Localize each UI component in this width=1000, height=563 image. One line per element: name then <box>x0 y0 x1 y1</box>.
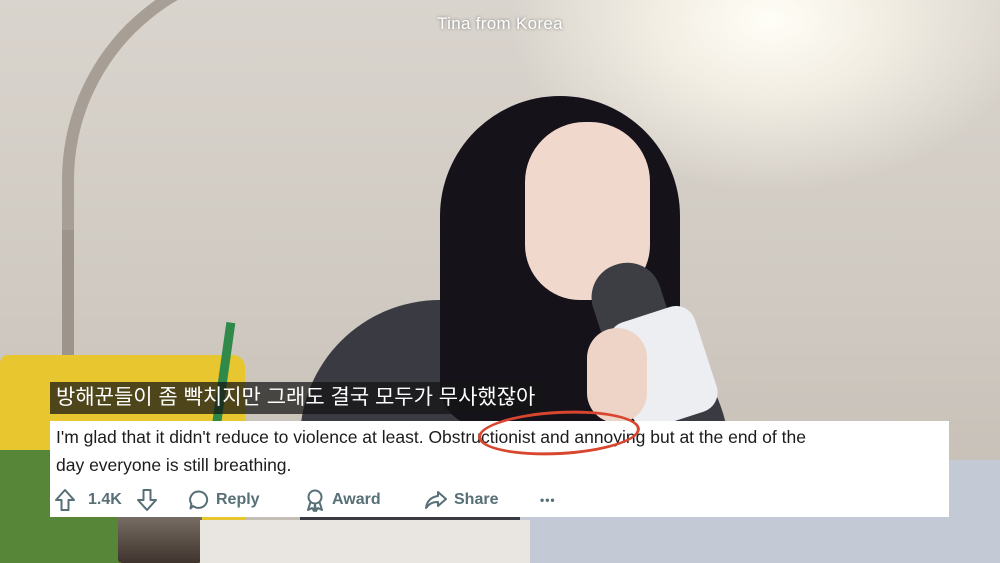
award-ribbon-icon <box>307 489 323 512</box>
table <box>200 520 530 563</box>
korean-subtitle: 방해꾼들이 좀 빡치지만 그래도 결국 모두가 무사했잖아 <box>50 382 544 414</box>
channel-watermark: Tina from Korea <box>437 14 563 33</box>
downvote-button[interactable] <box>136 486 158 514</box>
comment-line-2: day everyone is still breathing. <box>56 455 292 475</box>
upvote-button[interactable] <box>54 486 76 514</box>
upvote-arrow-icon <box>55 489 75 511</box>
award-label: Award <box>332 491 381 508</box>
vote-count: 1.4K <box>88 491 122 508</box>
downvote-arrow-icon <box>137 489 157 511</box>
drink-cup <box>118 515 202 563</box>
comment-actions: 1.4K Reply Award Share ••• <box>50 486 949 514</box>
share-arrow-icon <box>425 491 447 509</box>
more-options-button[interactable]: ••• <box>540 486 556 514</box>
share-button[interactable]: Share <box>424 486 498 514</box>
reply-label: Reply <box>216 491 260 508</box>
award-button[interactable]: Award <box>304 486 381 514</box>
share-label: Share <box>454 491 499 508</box>
comment-bubble-icon <box>189 490 209 510</box>
reply-button[interactable]: Reply <box>188 486 260 514</box>
person-hand <box>587 328 647 423</box>
